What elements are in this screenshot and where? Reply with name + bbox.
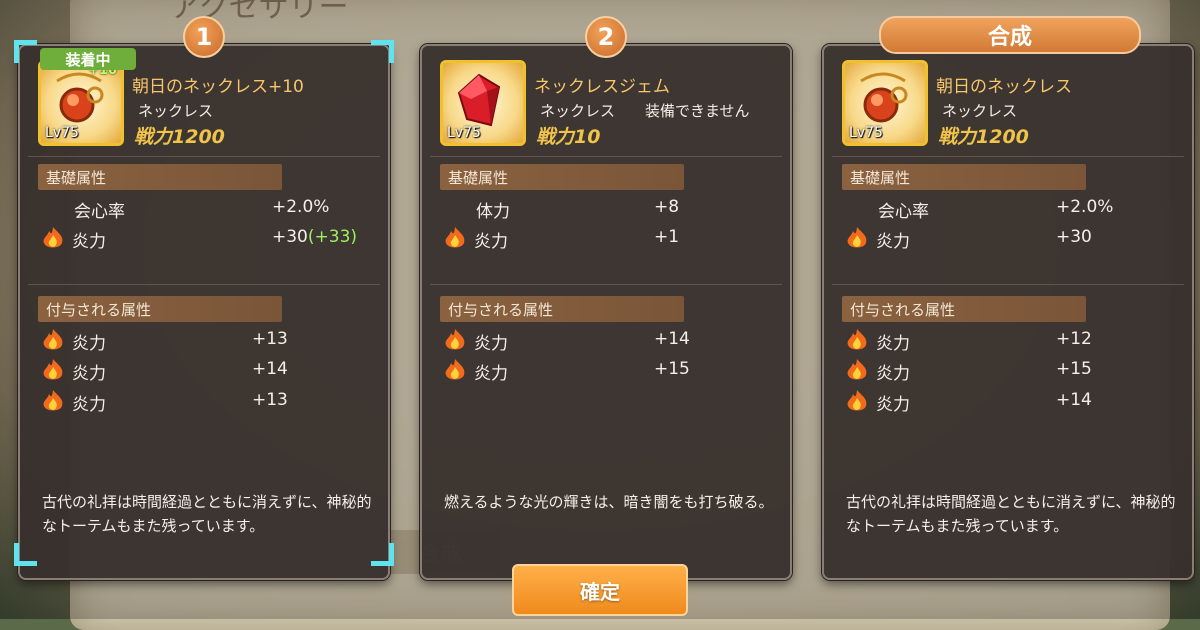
slot-number-badge: 1 <box>183 16 225 58</box>
extra-attributes-header: 付与される属性 <box>38 296 282 322</box>
attribute-label: 炎力 <box>474 232 508 252</box>
attribute-row: 炎力 +30 <box>844 224 1174 252</box>
item-power: 戦力1200 <box>938 126 1029 148</box>
necklace-icon[interactable]: Lv75 <box>842 60 928 146</box>
item-power: 戦力10 <box>536 126 601 148</box>
attribute-row: 炎力 +14 <box>442 326 772 354</box>
attribute-value: +2.0% <box>1056 197 1114 217</box>
attribute-value: +13 <box>252 390 288 410</box>
fire-icon <box>43 390 63 411</box>
item-name: 朝日のネックレス+10 <box>132 77 304 97</box>
attribute-label: 体力 <box>476 202 510 222</box>
divider <box>430 284 782 285</box>
item-type: ネックレス 装備できません <box>540 102 750 120</box>
attribute-row: 炎力 +14 <box>40 356 370 384</box>
attribute-row: 炎力 +15 <box>844 356 1174 384</box>
fire-icon <box>43 359 63 380</box>
attribute-row: 炎力 +14 <box>844 387 1174 415</box>
attribute-value: +14 <box>1056 390 1092 410</box>
attribute-row: 炎力 +30(+33) <box>40 224 370 252</box>
attribute-label: 炎力 <box>876 395 910 415</box>
selection-corner <box>14 543 37 566</box>
attribute-label: 会心率 <box>878 202 929 222</box>
attribute-row: 体力 +8 <box>442 194 772 222</box>
fire-icon <box>847 227 867 248</box>
equipped-item-panel: 1 装着中 +10 Lv75 朝日のネックレス+10 ネックレス 戦力1200 … <box>14 16 394 580</box>
synthesis-result-panel: 合成 Lv75 朝日のネックレス ネックレス 戦力1200 基礎属性 会心率 +… <box>822 16 1194 580</box>
attribute-value: +15 <box>654 359 690 379</box>
attribute-value: +2.0% <box>272 197 330 217</box>
fire-icon <box>43 329 63 350</box>
attribute-row: 炎力 +13 <box>40 326 370 354</box>
attribute-label: 炎力 <box>72 334 106 354</box>
base-attributes-header: 基礎属性 <box>38 164 282 190</box>
divider <box>28 156 380 157</box>
attribute-label: 炎力 <box>876 364 910 384</box>
attribute-label: 炎力 <box>72 232 106 252</box>
synthesis-result-tab: 合成 <box>879 16 1141 54</box>
gem-icon[interactable]: Lv75 <box>440 60 526 146</box>
attribute-row: 炎力 +15 <box>442 356 772 384</box>
divider <box>430 156 782 157</box>
item-level: Lv75 <box>849 125 883 141</box>
attribute-value: +8 <box>654 197 680 217</box>
attribute-label: 炎力 <box>474 334 508 354</box>
selection-corner <box>371 543 394 566</box>
attribute-row: 会心率 +2.0% <box>40 194 370 222</box>
attribute-label: 会心率 <box>74 202 125 222</box>
attribute-value: +13 <box>252 329 288 349</box>
fire-icon <box>847 359 867 380</box>
fire-icon <box>445 227 465 248</box>
attribute-bonus: (+33) <box>307 227 358 247</box>
fire-icon <box>847 390 867 411</box>
necklace-icon[interactable]: +10 Lv75 <box>38 60 124 146</box>
item-type: ネックレス <box>942 102 1018 120</box>
attribute-value: +12 <box>1056 329 1092 349</box>
attribute-row: 炎力 +12 <box>844 326 1174 354</box>
slot-number-badge: 2 <box>585 16 627 58</box>
fire-icon <box>847 329 867 350</box>
attribute-value: +1 <box>654 227 680 247</box>
fire-icon <box>43 227 63 248</box>
attribute-label: 炎力 <box>72 364 106 384</box>
attribute-value: +30 <box>1056 227 1092 247</box>
item-description: 古代の礼拝は時間経過とともに消えずに、神秘的なトーテムもまた残っています。 <box>846 493 1176 535</box>
selection-corner <box>14 40 37 63</box>
base-attributes-header: 基礎属性 <box>842 164 1086 190</box>
divider <box>28 284 380 285</box>
divider <box>832 156 1184 157</box>
attribute-label: 炎力 <box>876 232 910 252</box>
equipped-badge: 装着中 <box>40 48 136 70</box>
fire-icon <box>445 329 465 350</box>
extra-attributes-header: 付与される属性 <box>842 296 1086 322</box>
item-level: Lv75 <box>45 125 79 141</box>
attribute-label: 炎力 <box>72 395 106 415</box>
attribute-row: 会心率 +2.0% <box>844 194 1174 222</box>
attribute-value: +14 <box>654 329 690 349</box>
attribute-row: 炎力 +13 <box>40 387 370 415</box>
material-item-panel: 2 Lv75 ネックレスジェム ネックレス 装備できません 戦力10 基礎属性 … <box>420 16 792 580</box>
divider <box>832 284 1184 285</box>
attribute-value: +30(+33) <box>272 227 358 247</box>
base-attributes-header: 基礎属性 <box>440 164 684 190</box>
extra-attributes-header: 付与される属性 <box>440 296 684 322</box>
fire-icon <box>445 359 465 380</box>
attribute-row: 炎力 +1 <box>442 224 772 252</box>
item-name: 朝日のネックレス <box>936 77 1072 97</box>
attribute-value: +14 <box>252 359 288 379</box>
attribute-label: 炎力 <box>876 334 910 354</box>
item-description: 燃えるような光の輝きは、暗き闇をも打ち破る。 <box>444 493 774 511</box>
item-level: Lv75 <box>447 125 481 141</box>
confirm-button[interactable]: 確定 <box>512 564 688 616</box>
item-description: 古代の礼拝は時間経過とともに消えずに、神秘的なトーテムもまた残っています。 <box>42 493 372 535</box>
attribute-label: 炎力 <box>474 364 508 384</box>
item-name: ネックレスジェム <box>534 77 670 97</box>
item-power: 戦力1200 <box>134 126 225 148</box>
item-type: ネックレス <box>138 102 214 120</box>
attribute-value: +15 <box>1056 359 1092 379</box>
